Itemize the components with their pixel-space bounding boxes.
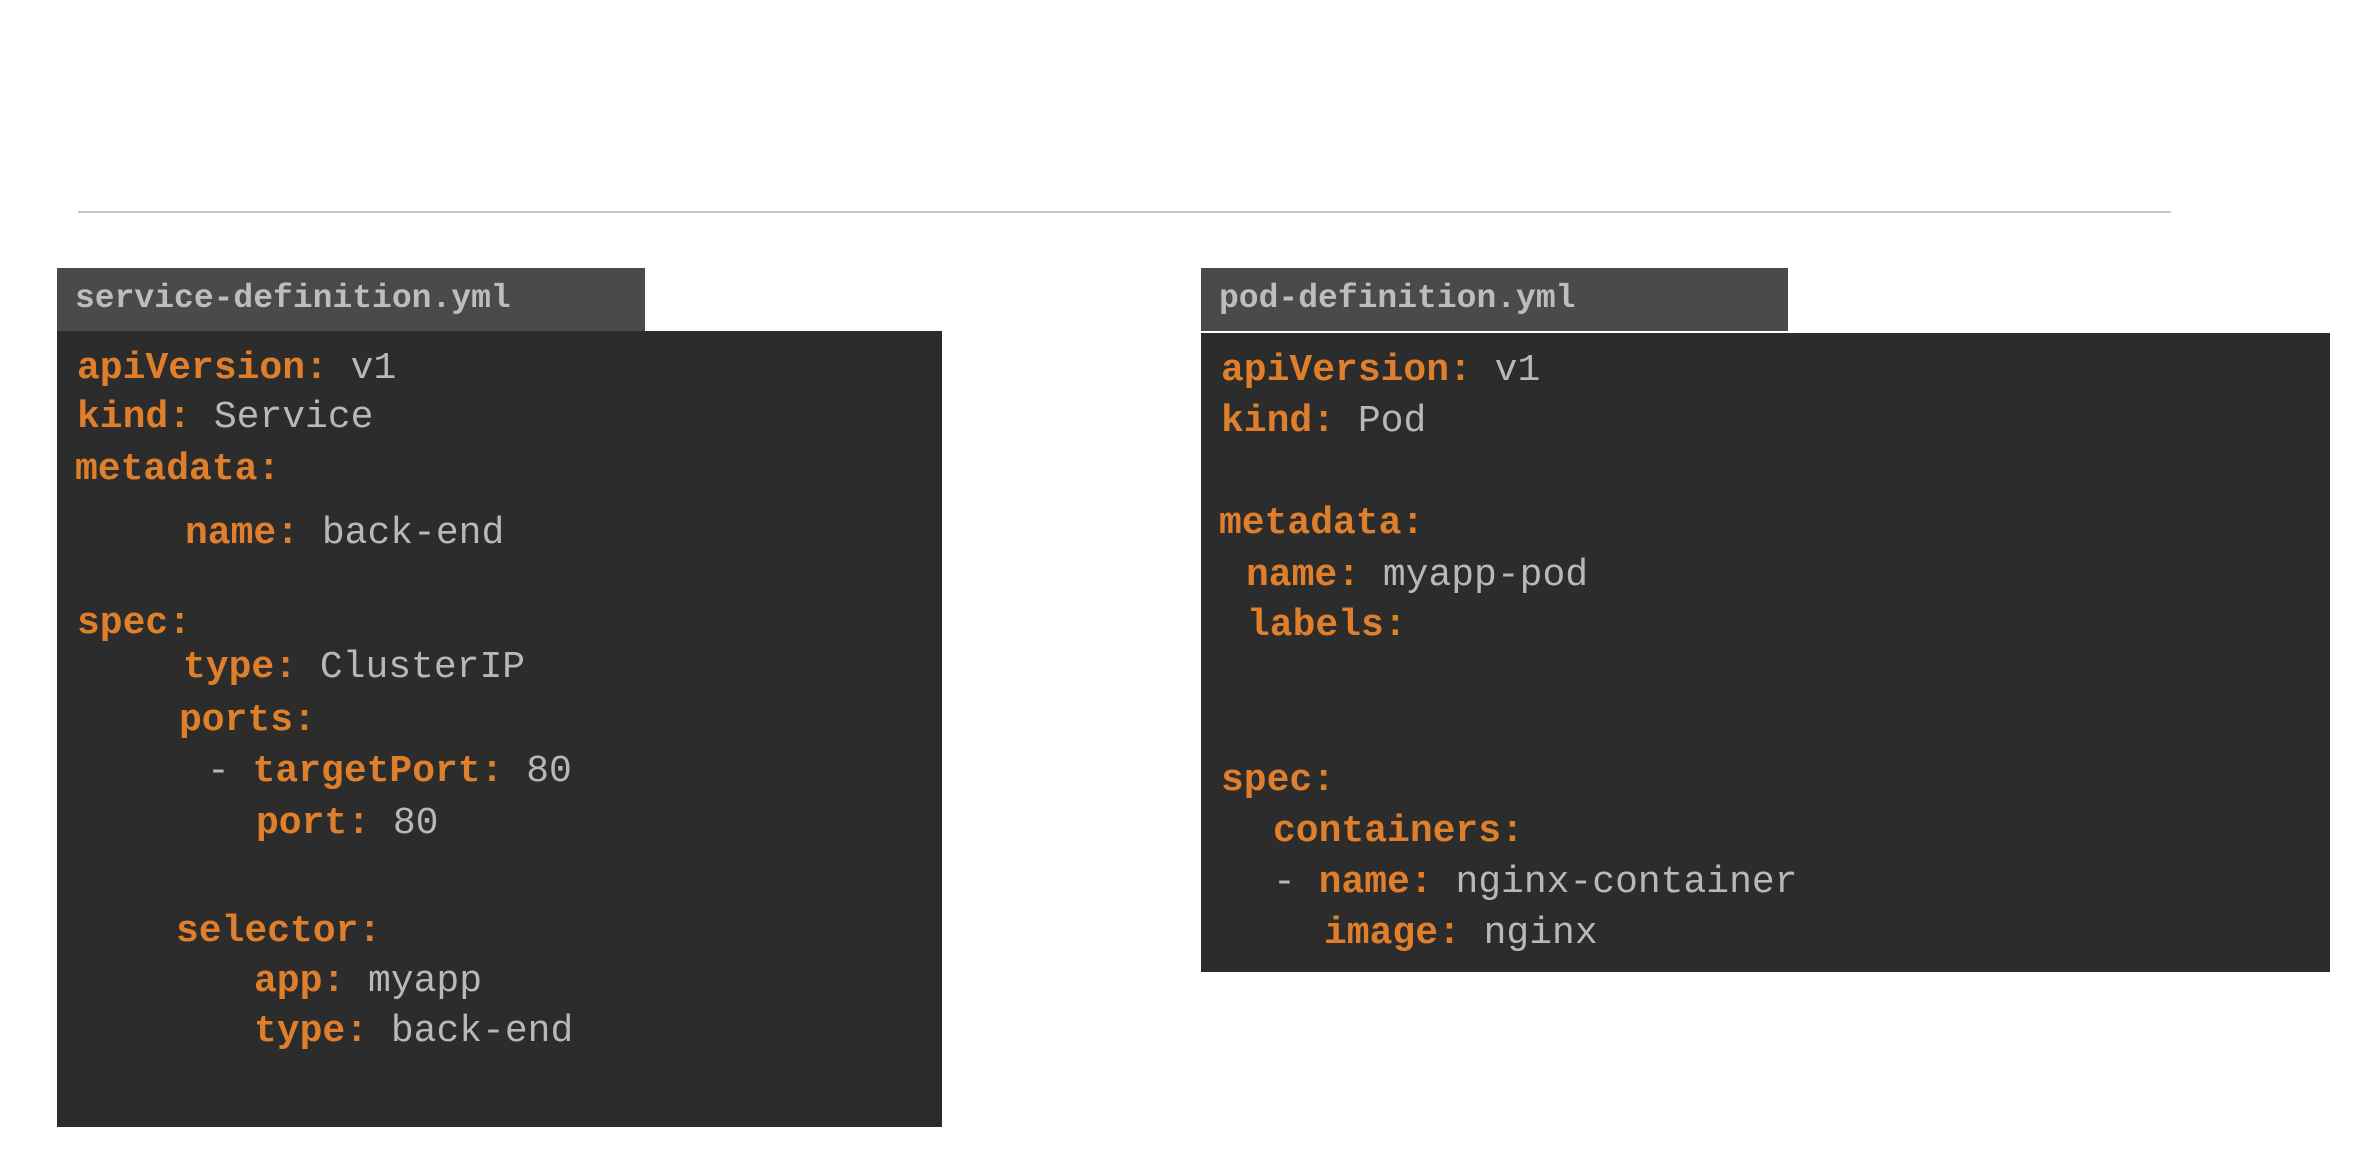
yaml-key: name: <box>1246 554 1361 597</box>
code-line: ports: <box>179 697 316 745</box>
code-line: kind: Service <box>77 394 373 442</box>
file-tab-service-definition[interactable]: service-definition.yml <box>57 268 645 331</box>
code-line: name: back-end <box>185 510 504 558</box>
yaml-key: spec: <box>1221 759 1336 802</box>
yaml-value: myapp <box>345 960 483 1003</box>
yaml-key: name: <box>1318 861 1433 904</box>
yaml-key: targetPort: <box>252 750 504 793</box>
yaml-value: back-end <box>368 1010 574 1053</box>
code-line: kind: Pod <box>1221 398 1426 446</box>
code-line: metadata: <box>1219 500 1424 548</box>
yaml-key: ports: <box>179 699 316 742</box>
yaml-key: metadata: <box>75 448 281 491</box>
yaml-value: 80 <box>503 750 572 793</box>
code-line: spec: <box>77 600 191 648</box>
yaml-value: v1 <box>1471 349 1541 392</box>
code-line: type: back-end <box>254 1008 573 1056</box>
yaml-key: metadata: <box>1219 502 1425 545</box>
yaml-value: 80 <box>370 802 439 845</box>
yaml-value: ClusterIP <box>297 646 526 689</box>
code-line: - name: nginx-container <box>1273 859 1798 907</box>
yaml-value: nginx <box>1460 912 1598 955</box>
code-line: type: ClusterIP <box>183 644 525 692</box>
code-line: name: myapp-pod <box>1246 552 1588 600</box>
yaml-key: apiVersion: <box>1221 349 1472 392</box>
code-line: containers: <box>1273 808 1524 856</box>
yaml-value: myapp-pod <box>1360 554 1589 597</box>
code-line: apiVersion: v1 <box>1221 347 1540 395</box>
list-dash: - <box>207 750 253 793</box>
yaml-key: port: <box>256 802 371 845</box>
yaml-key: image: <box>1324 912 1461 955</box>
yaml-key: spec: <box>77 602 192 645</box>
yaml-key: apiVersion: <box>77 347 328 390</box>
yaml-value: back-end <box>299 512 505 555</box>
yaml-key: labels: <box>1247 604 1407 647</box>
code-line: apiVersion: v1 <box>77 345 396 393</box>
code-line: port: 80 <box>256 800 438 848</box>
list-dash: - <box>1273 861 1319 904</box>
yaml-key: app: <box>254 960 346 1003</box>
yaml-key: kind: <box>1221 400 1336 443</box>
yaml-value: nginx-container <box>1432 861 1798 904</box>
yaml-key: kind: <box>77 396 192 439</box>
yaml-value: v1 <box>327 347 397 390</box>
code-line: labels: <box>1247 602 1407 650</box>
code-line: - targetPort: 80 <box>207 748 572 796</box>
yaml-key: selector: <box>176 910 382 953</box>
yaml-key: type: <box>254 1010 369 1053</box>
code-line: selector: <box>176 908 381 956</box>
yaml-value: Pod <box>1335 400 1427 443</box>
yaml-key: name: <box>185 512 300 555</box>
file-tab-pod-definition[interactable]: pod-definition.yml <box>1201 268 1788 331</box>
yaml-key: containers: <box>1273 810 1524 853</box>
yaml-key: type: <box>183 646 298 689</box>
code-line: image: nginx <box>1324 910 1598 958</box>
code-line: metadata: <box>75 446 280 494</box>
yaml-value: Service <box>191 396 374 439</box>
code-line: spec: <box>1221 757 1335 805</box>
code-line: app: myapp <box>254 958 482 1006</box>
header-divider <box>78 211 2171 213</box>
